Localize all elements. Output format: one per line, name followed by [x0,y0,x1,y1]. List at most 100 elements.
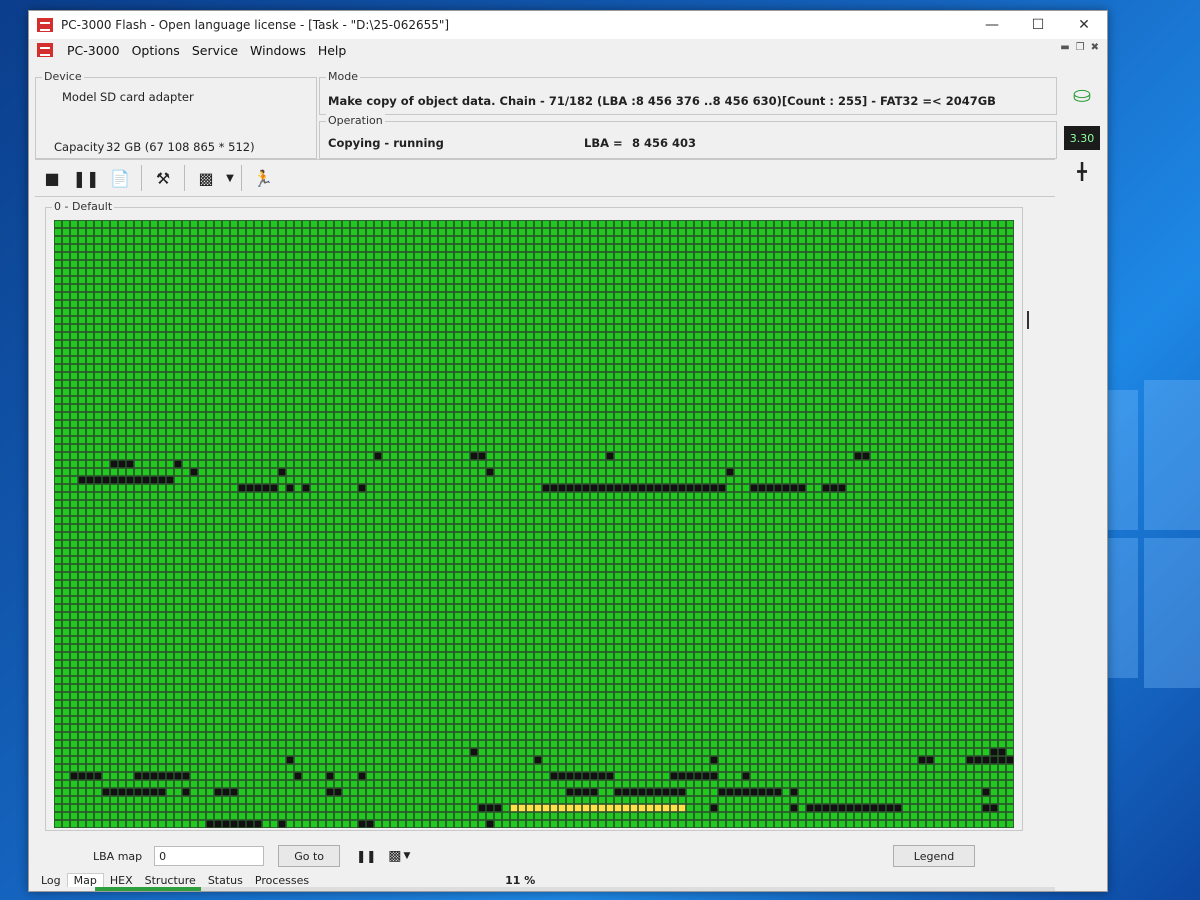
sector-block [230,316,238,324]
chevron-down-icon[interactable]: ▼ [223,163,237,193]
sector-block [982,292,990,300]
map-view-icon[interactable]: ▩ [189,163,223,193]
sector-block [358,300,366,308]
sector-block [862,316,870,324]
sector-block [702,372,710,380]
sector-block [406,332,414,340]
connector-icon[interactable]: ╋ [1059,162,1105,181]
sector-block [766,500,774,508]
sector-block [878,516,886,524]
mdi-close-icon[interactable]: ✖ [1091,42,1099,53]
sector-block [854,452,862,460]
sector-block [830,396,838,404]
sector-block [894,404,902,412]
menu-service[interactable]: Service [186,43,244,58]
sector-block [174,420,182,428]
sector-block [70,532,78,540]
sector-block [350,388,358,396]
sector-block [86,420,94,428]
sector-block [438,508,446,516]
sector-map[interactable] [54,220,1014,828]
sector-block [614,460,622,468]
sector-block [686,476,694,484]
sector-block [966,388,974,396]
sector-block [662,420,670,428]
sector-block [286,388,294,396]
sector-block [54,324,62,332]
sector-block [766,484,774,492]
sector-block [126,428,134,436]
pause-icon[interactable]: ❚❚ [69,163,103,193]
sector-block [78,508,86,516]
sector-block [710,428,718,436]
sector-block [678,404,686,412]
sector-block [598,260,606,268]
sector-block [902,268,910,276]
sector-block [622,276,630,284]
report-icon[interactable]: 📄 [103,163,137,193]
menu-options[interactable]: Options [126,43,186,58]
sector-block [310,460,318,468]
sector-block [894,380,902,388]
sector-block [886,324,894,332]
sector-block [926,492,934,500]
sector-map-area[interactable] [54,220,1014,828]
exit-icon[interactable]: 🏃 [246,163,280,193]
sector-block [542,308,550,316]
sector-block [582,220,590,228]
sector-block [934,260,942,268]
sector-block [422,316,430,324]
sector-block [790,324,798,332]
minimize-button[interactable]: — [969,11,1015,39]
sector-block [862,460,870,468]
menu-windows[interactable]: Windows [244,43,312,58]
sector-block [622,316,630,324]
menu-pc3000[interactable]: PC-3000 [61,43,126,58]
sector-block [62,308,70,316]
sector-block [542,244,550,252]
sector-block [262,292,270,300]
sector-block [678,244,686,252]
mdi-minimize-icon[interactable]: ▬ [1060,42,1069,53]
sector-block [350,428,358,436]
database-icon[interactable]: ⛀ [1059,83,1105,108]
close-button[interactable]: ✕ [1061,11,1107,39]
sector-block [430,412,438,420]
sector-block [270,428,278,436]
sector-block [862,228,870,236]
sector-block [838,500,846,508]
sector-block [862,268,870,276]
sector-block [374,308,382,316]
mdi-restore-icon[interactable]: ❐ [1076,42,1085,53]
sector-block [486,276,494,284]
sector-block [54,236,62,244]
sector-block [382,260,390,268]
sector-block [446,380,454,388]
sector-block [70,404,78,412]
sector-block [134,476,142,484]
menu-help[interactable]: Help [312,43,353,58]
app-menu-icon[interactable] [37,43,53,57]
sector-block [382,516,390,524]
sector-block [958,332,966,340]
sector-block [718,364,726,372]
sector-block [998,332,1006,340]
sector-block [694,452,702,460]
sector-block [798,356,806,364]
sector-block [214,396,222,404]
sector-block [318,428,326,436]
sector-block [382,484,390,492]
sector-block [942,340,950,348]
sector-block [502,316,510,324]
maximize-button[interactable]: ☐ [1015,11,1061,39]
sector-block [374,324,382,332]
sector-block [190,388,198,396]
sector-block [286,372,294,380]
sector-block [158,516,166,524]
sector-block [318,436,326,444]
stop-icon[interactable]: ■ [35,163,69,193]
tools-icon[interactable]: ⚒ [146,163,180,193]
sector-block [1006,260,1014,268]
sector-block [974,468,982,476]
sector-block [126,524,134,532]
